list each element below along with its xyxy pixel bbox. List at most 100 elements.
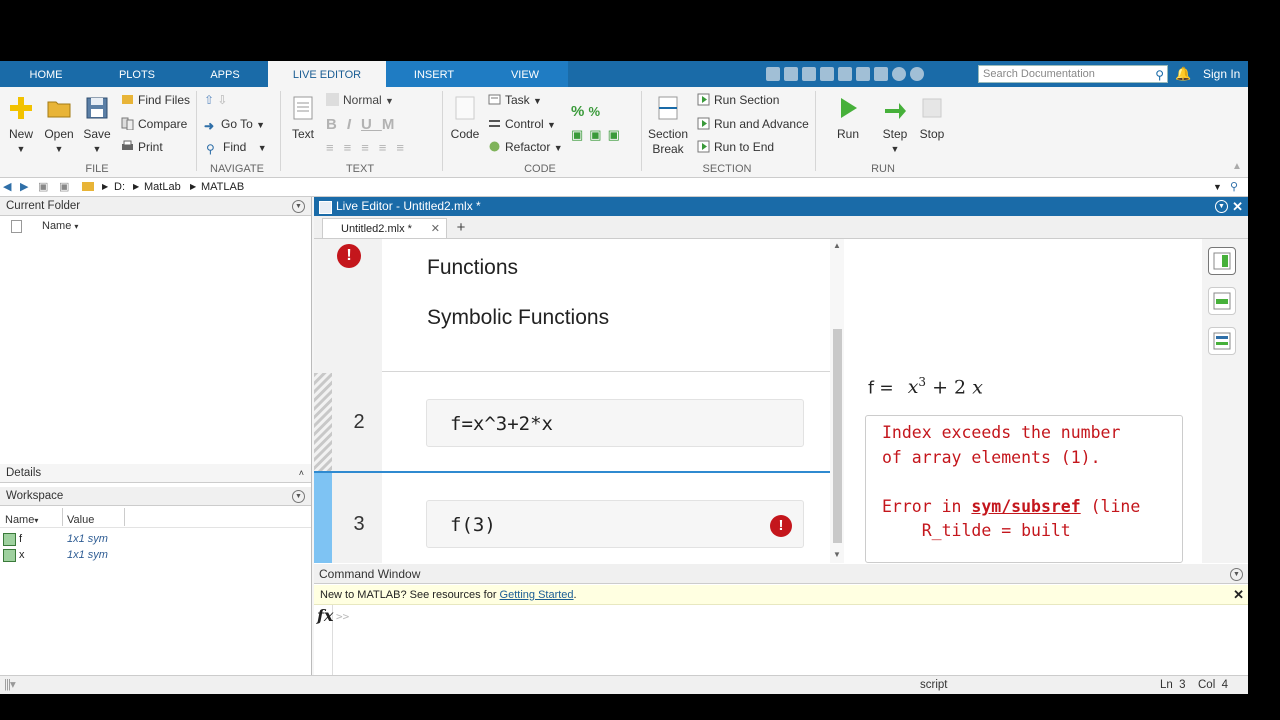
panel-menu-icon[interactable]: ▼ (292, 490, 305, 503)
arrow-down-icon[interactable]: ⇩ (217, 93, 227, 107)
output-inline-button[interactable] (1208, 287, 1236, 315)
help-icon[interactable] (892, 67, 906, 81)
up-folder-icon[interactable]: ▣ (38, 178, 48, 196)
details-header[interactable]: Details ˄ (0, 464, 311, 483)
tab-live-editor[interactable]: LIVE EDITOR (268, 61, 386, 87)
save-button[interactable]: Save ▼ (82, 95, 112, 155)
bullet-list-icon[interactable]: ≡ (326, 140, 344, 155)
output-on-right-button[interactable] (1208, 247, 1236, 275)
current-folder-name-column[interactable]: Name ▾ (42, 220, 78, 232)
command-input[interactable] (352, 605, 1232, 665)
run-section-button[interactable]: Run Section (697, 93, 779, 107)
italic-icon[interactable]: I (347, 116, 361, 133)
redo-icon[interactable] (856, 67, 870, 81)
editor-close-icon[interactable]: ✕ (1232, 197, 1243, 216)
browse-folder-icon[interactable]: ▣ (59, 178, 69, 196)
heading-functions[interactable]: Functions (427, 256, 518, 280)
tab-untitled2[interactable]: Untitled2.mlx * ✕ (322, 218, 447, 238)
error-indicator-icon[interactable]: ! (337, 244, 361, 268)
code-button[interactable]: Code (449, 95, 481, 141)
align-center-icon[interactable]: ≡ (379, 140, 397, 155)
refactor-button[interactable]: Refactor ▼ (488, 140, 563, 154)
decrease-indent-icon[interactable]: ▣ (589, 127, 607, 142)
getting-started-link[interactable]: Getting Started (500, 589, 574, 601)
new-tab-plus-icon[interactable]: + (448, 218, 474, 238)
arrow-up-icon[interactable]: ⇧ (204, 93, 214, 107)
path-folder-matlab-upper[interactable]: MATLAB (201, 178, 244, 196)
path-folder-matlab[interactable]: MatLab (144, 178, 181, 196)
back-arrow-icon[interactable]: ◀ (3, 178, 11, 196)
text-button[interactable]: Text (288, 95, 318, 141)
editor-menu-icon[interactable]: ▼ (1215, 200, 1228, 213)
navigate-arrows[interactable]: ⇧ ⇩ (204, 93, 227, 107)
stop-button[interactable]: Stop (916, 95, 948, 141)
wrap-comments-icon[interactable]: ▣ (571, 127, 589, 142)
text-style-dropdown[interactable]: Normal ▼ (326, 93, 394, 107)
panel-menu-icon[interactable]: ▼ (1230, 568, 1243, 581)
tab-insert[interactable]: INSERT (386, 61, 482, 87)
copy-icon[interactable] (802, 67, 816, 81)
workspace-name-column[interactable]: Name▾ (5, 514, 38, 526)
increase-indent-icon[interactable]: ▣ (608, 127, 626, 142)
monospace-icon[interactable]: M (382, 116, 405, 133)
address-dropdown-icon[interactable]: ▼ (1213, 178, 1222, 196)
compare-button[interactable]: Compare (121, 117, 187, 131)
workspace-row[interactable]: x 1x1 sym (0, 547, 311, 563)
function-browser-fx-icon[interactable]: fx (317, 606, 333, 625)
editor-vertical-scrollbar[interactable]: ▲ ▼ (830, 239, 844, 563)
column-divider[interactable] (62, 508, 63, 526)
indent-buttons[interactable]: ▣▣▣ (571, 127, 626, 143)
undo-icon[interactable] (838, 67, 852, 81)
control-button[interactable]: Control ▼ (488, 117, 556, 131)
run-and-advance-button[interactable]: Run and Advance (697, 117, 809, 131)
code-line-2[interactable]: f=x^3+2*x (426, 399, 804, 447)
align-right-icon[interactable]: ≡ (396, 140, 414, 155)
align-left-icon[interactable]: ≡ (361, 140, 379, 155)
print-button[interactable]: Print (121, 140, 163, 154)
bold-icon[interactable]: B (326, 116, 347, 133)
find-files-button[interactable]: Find Files (121, 93, 190, 107)
step-button[interactable]: Step ▼ (878, 95, 912, 155)
task-button[interactable]: Task ▼ (488, 93, 542, 107)
live-script-code-area[interactable]: ! Functions Symbolic Functions 2 f=x^3+2… (314, 239, 830, 563)
workspace-value-column[interactable]: Value (67, 514, 94, 526)
run-to-end-button[interactable]: Run to End (697, 140, 774, 154)
paragraph-buttons[interactable]: ≡≡≡≡≡ (326, 140, 414, 155)
comment-percent-icon[interactable]: % (571, 103, 584, 120)
open-button[interactable]: Open ▼ (42, 95, 76, 155)
search-icon[interactable]: ⚲ (1155, 67, 1164, 83)
underline-icon[interactable]: U (361, 116, 382, 133)
notification-bell-icon[interactable]: 🔔 (1175, 66, 1191, 82)
tab-apps[interactable]: APPS (182, 61, 268, 87)
panel-menu-icon[interactable]: ▼ (292, 200, 305, 213)
new-button[interactable]: New ▼ (6, 95, 36, 155)
comment-button[interactable]: % % (571, 103, 600, 120)
cut-icon[interactable] (784, 67, 798, 81)
numbered-list-icon[interactable]: ≡ (344, 140, 362, 155)
collapse-ribbon-icon[interactable]: ▲ (1232, 161, 1242, 172)
tab-home[interactable]: HOME (0, 61, 92, 87)
hide-code-button[interactable] (1208, 327, 1236, 355)
text-format-buttons[interactable]: BIUM (326, 116, 404, 133)
sign-in-link[interactable]: Sign In (1203, 61, 1240, 87)
go-to-button[interactable]: ➜ Go To ▼ (204, 117, 265, 133)
section-break-button[interactable]: Section Break (647, 95, 689, 157)
tab-close-icon[interactable]: ✕ (431, 219, 440, 239)
scroll-down-icon[interactable]: ▼ (833, 550, 841, 559)
heading-symbolic-functions[interactable]: Symbolic Functions (427, 306, 609, 330)
banner-close-icon[interactable]: ✕ (1233, 585, 1244, 605)
address-search-icon[interactable]: ⚲ (1230, 178, 1238, 196)
details-collapse-icon[interactable]: ˄ (299, 464, 304, 483)
run-button[interactable]: Run (832, 95, 864, 141)
error-link-subsref[interactable]: sym/subsref (971, 497, 1080, 516)
scroll-thumb[interactable] (833, 329, 842, 543)
workspace-row[interactable]: f 1x1 sym (0, 531, 311, 547)
code-line-3[interactable]: f(3) (426, 500, 804, 548)
uncomment-icon[interactable]: % (589, 104, 601, 119)
column-divider[interactable] (124, 508, 125, 526)
save-quick-icon[interactable] (766, 67, 780, 81)
switch-windows-icon[interactable] (874, 67, 888, 81)
find-button[interactable]: ⚲ Find ▼ (206, 140, 267, 156)
scroll-up-icon[interactable]: ▲ (833, 241, 841, 250)
search-documentation-input[interactable]: Search Documentation ⚲ (978, 65, 1168, 83)
